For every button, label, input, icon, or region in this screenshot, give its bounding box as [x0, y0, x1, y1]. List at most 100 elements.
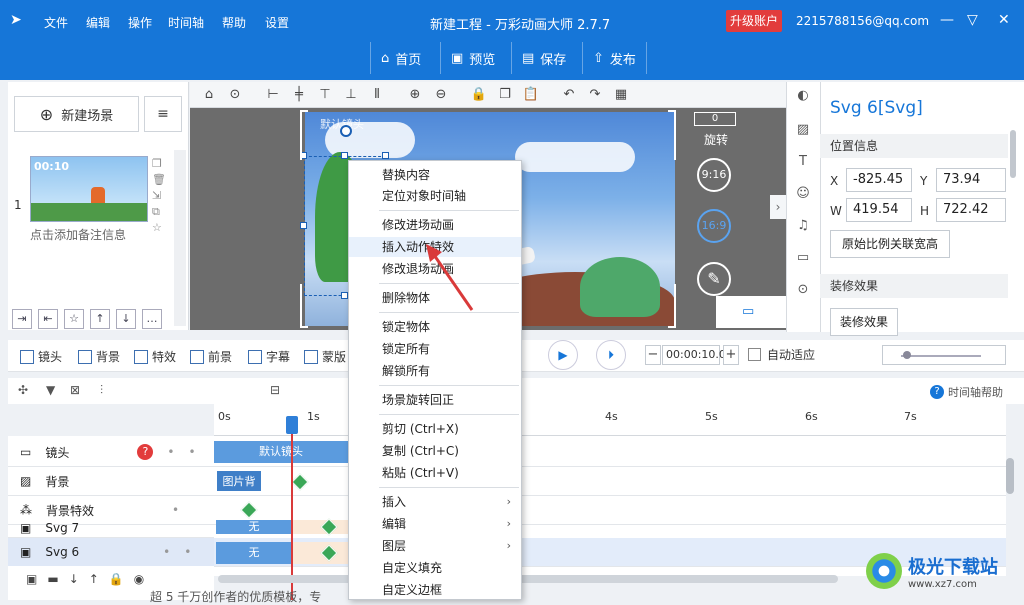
align-bottom-icon[interactable]: ⊥ — [338, 84, 364, 106]
align-top-icon[interactable]: ⊤ — [312, 84, 338, 106]
track-row-camera[interactable]: ▭ 镜头? • • — [8, 438, 214, 467]
camera-clip[interactable]: 默认镜头 — [214, 441, 348, 463]
menu-help[interactable]: 帮助 — [222, 14, 246, 31]
menu-insert[interactable]: 插入 › — [349, 492, 521, 512]
scene-scrollbar[interactable] — [174, 150, 186, 326]
ratio-9-16-button[interactable]: 9:16 — [697, 158, 731, 192]
preview-thumbnail-box[interactable]: ▭ — [716, 296, 786, 328]
menu-custom-fill[interactable]: 自定义填充 — [349, 558, 521, 578]
add-camera-button[interactable]: 镜头 — [20, 348, 62, 365]
svg7-clip[interactable]: 无 — [216, 520, 292, 534]
resize-handle-l[interactable] — [300, 222, 307, 229]
menu-edit[interactable]: 编辑 — [86, 14, 110, 31]
split-icon[interactable]: ⊟ — [270, 383, 280, 397]
height-input[interactable]: 722.42 — [936, 198, 1006, 222]
more-icon[interactable]: … — [142, 309, 162, 329]
more-elements-icon[interactable]: ⊙ — [795, 282, 811, 297]
import-icon[interactable]: ⇥ — [12, 309, 32, 329]
folder-icon[interactable]: ▬ — [47, 572, 58, 586]
preview-button[interactable]: ▣ 预览 — [440, 42, 505, 74]
add-effects-button[interactable]: 特效 — [134, 348, 176, 365]
lock-ratio-button[interactable]: 原始比例关联宽高 — [830, 230, 950, 258]
save-button[interactable]: ▤ 保存 — [511, 42, 576, 74]
add-subtitle-button[interactable]: 字幕 — [248, 348, 290, 365]
add-layer-icon[interactable]: ▣ — [26, 572, 37, 586]
zoom-out-icon[interactable]: ⊖ — [428, 84, 454, 106]
auto-fit-toggle[interactable]: 自动适应 — [748, 346, 815, 363]
timeline-help-link[interactable]: ? 时间轴帮助 — [930, 384, 1003, 400]
filter-icon[interactable]: ▼ — [46, 383, 55, 397]
x-input[interactable]: -825.45 — [846, 168, 912, 192]
minimize-icon[interactable]: — — [940, 12, 954, 28]
copy-scene-icon[interactable]: ❐ — [152, 156, 166, 172]
duplicate-scene-icon[interactable]: ⧉ — [152, 204, 166, 220]
timeline-zoom-slider[interactable] — [882, 345, 1006, 365]
menu-lock-object[interactable]: 锁定物体 — [349, 317, 521, 337]
y-input[interactable]: 73.94 — [936, 168, 1006, 192]
decor-effect-button[interactable]: 装修效果 — [830, 308, 898, 336]
export-icon[interactable]: ⇤ — [38, 309, 58, 329]
add-background-button[interactable]: 背景 — [78, 348, 120, 365]
move-up-icon[interactable]: ↑ — [90, 309, 110, 329]
play-scene-icon[interactable]: ▶ — [548, 340, 578, 370]
scene-list-button[interactable]: ≡ — [144, 96, 182, 132]
resize-handle-tr[interactable] — [382, 152, 389, 159]
playhead-handle[interactable] — [286, 416, 298, 434]
timeline-horizontal-scrollbar[interactable] — [218, 575, 838, 583]
text-icon[interactable]: T — [795, 154, 811, 169]
width-input[interactable]: 419.54 — [846, 198, 912, 222]
shape-icon[interactable]: ◐ — [795, 88, 811, 103]
export-scene-icon[interactable]: ⇲ — [152, 188, 166, 204]
menu-locate-timeline[interactable]: 定位对象时间轴 — [349, 186, 521, 206]
add-mask-button[interactable]: 蒙版 — [304, 348, 346, 365]
edit-pen-icon[interactable]: ✎ — [697, 262, 731, 296]
music-icon[interactable]: ♫ — [795, 218, 811, 233]
playhead[interactable] — [291, 418, 293, 600]
menu-lock-all[interactable]: 锁定所有 — [349, 339, 521, 359]
rotate-handle[interactable] — [340, 125, 352, 137]
play-all-icon[interactable]: ⏵ — [596, 340, 626, 370]
menu-edit-enter-anim[interactable]: 修改进场动画 — [349, 215, 521, 235]
image-icon[interactable]: ▨ — [795, 122, 811, 137]
delete-scene-icon[interactable]: 🗑 — [152, 172, 166, 188]
scene-note-field[interactable]: 点击添加备注信息 — [30, 226, 148, 248]
home-view-icon[interactable]: ⌂ — [196, 84, 222, 106]
menu-unlock-all[interactable]: 解锁所有 — [349, 361, 521, 381]
target-icon[interactable]: ✣ — [18, 383, 28, 397]
zoom-in-icon[interactable]: ⊕ — [402, 84, 428, 106]
track-row-svg6[interactable]: ▣ Svg 6 • • — [8, 538, 214, 567]
publish-button[interactable]: ⇧ 发布 — [582, 42, 647, 74]
menu-paste[interactable]: 粘贴 (Ctrl+V) — [349, 463, 521, 483]
menu-file[interactable]: 文件 — [44, 14, 68, 31]
menu-settings[interactable]: 设置 — [265, 14, 289, 31]
move-down-icon[interactable]: ↓ — [116, 309, 136, 329]
time-decrease-button[interactable]: − — [645, 345, 661, 365]
clear-filter-icon[interactable]: ⊠ — [70, 383, 80, 397]
menu-cut[interactable]: 剪切 (Ctrl+X) — [349, 419, 521, 439]
resize-handle-b[interactable] — [341, 292, 348, 299]
menu-custom-border[interactable]: 自定义边框 — [349, 580, 521, 600]
properties-scrollbar[interactable] — [1010, 130, 1016, 178]
star-scene-icon[interactable]: ☆ — [152, 220, 166, 236]
timeline-vertical-scrollbar[interactable] — [1006, 458, 1014, 494]
close-icon[interactable]: ✕ — [998, 12, 1010, 28]
star-icon[interactable]: ☆ — [64, 309, 84, 329]
new-scene-button[interactable]: ⊕ 新建场景 — [14, 96, 139, 132]
resize-handle-t[interactable] — [341, 152, 348, 159]
move-up-icon[interactable]: ↑ — [89, 572, 99, 586]
menu-operate[interactable]: 操作 — [128, 14, 152, 31]
home-button[interactable]: ⌂ 首页 — [370, 42, 431, 74]
track-lane-background[interactable] — [214, 467, 1006, 496]
lock-icon[interactable]: 🔒 — [466, 84, 492, 106]
camera-help-icon[interactable]: ? — [137, 444, 154, 460]
add-foreground-button[interactable]: 前景 — [190, 348, 232, 365]
align-frame-icon[interactable]: ⫶ — [100, 383, 103, 398]
time-input[interactable]: 00:00:10.0 — [662, 345, 726, 365]
collapse-panel-icon[interactable]: › — [770, 195, 786, 219]
more-options-icon[interactable]: ⊙ — [222, 84, 248, 106]
menu-timeline[interactable]: 时间轴 — [168, 14, 204, 31]
window-menu-icon[interactable]: ▽ — [967, 12, 978, 28]
track-row-background[interactable]: ▨ 背景 — [8, 467, 214, 496]
menu-replace-content[interactable]: 替换内容 — [349, 165, 521, 185]
upgrade-account-button[interactable]: 升级账户 — [726, 10, 782, 32]
